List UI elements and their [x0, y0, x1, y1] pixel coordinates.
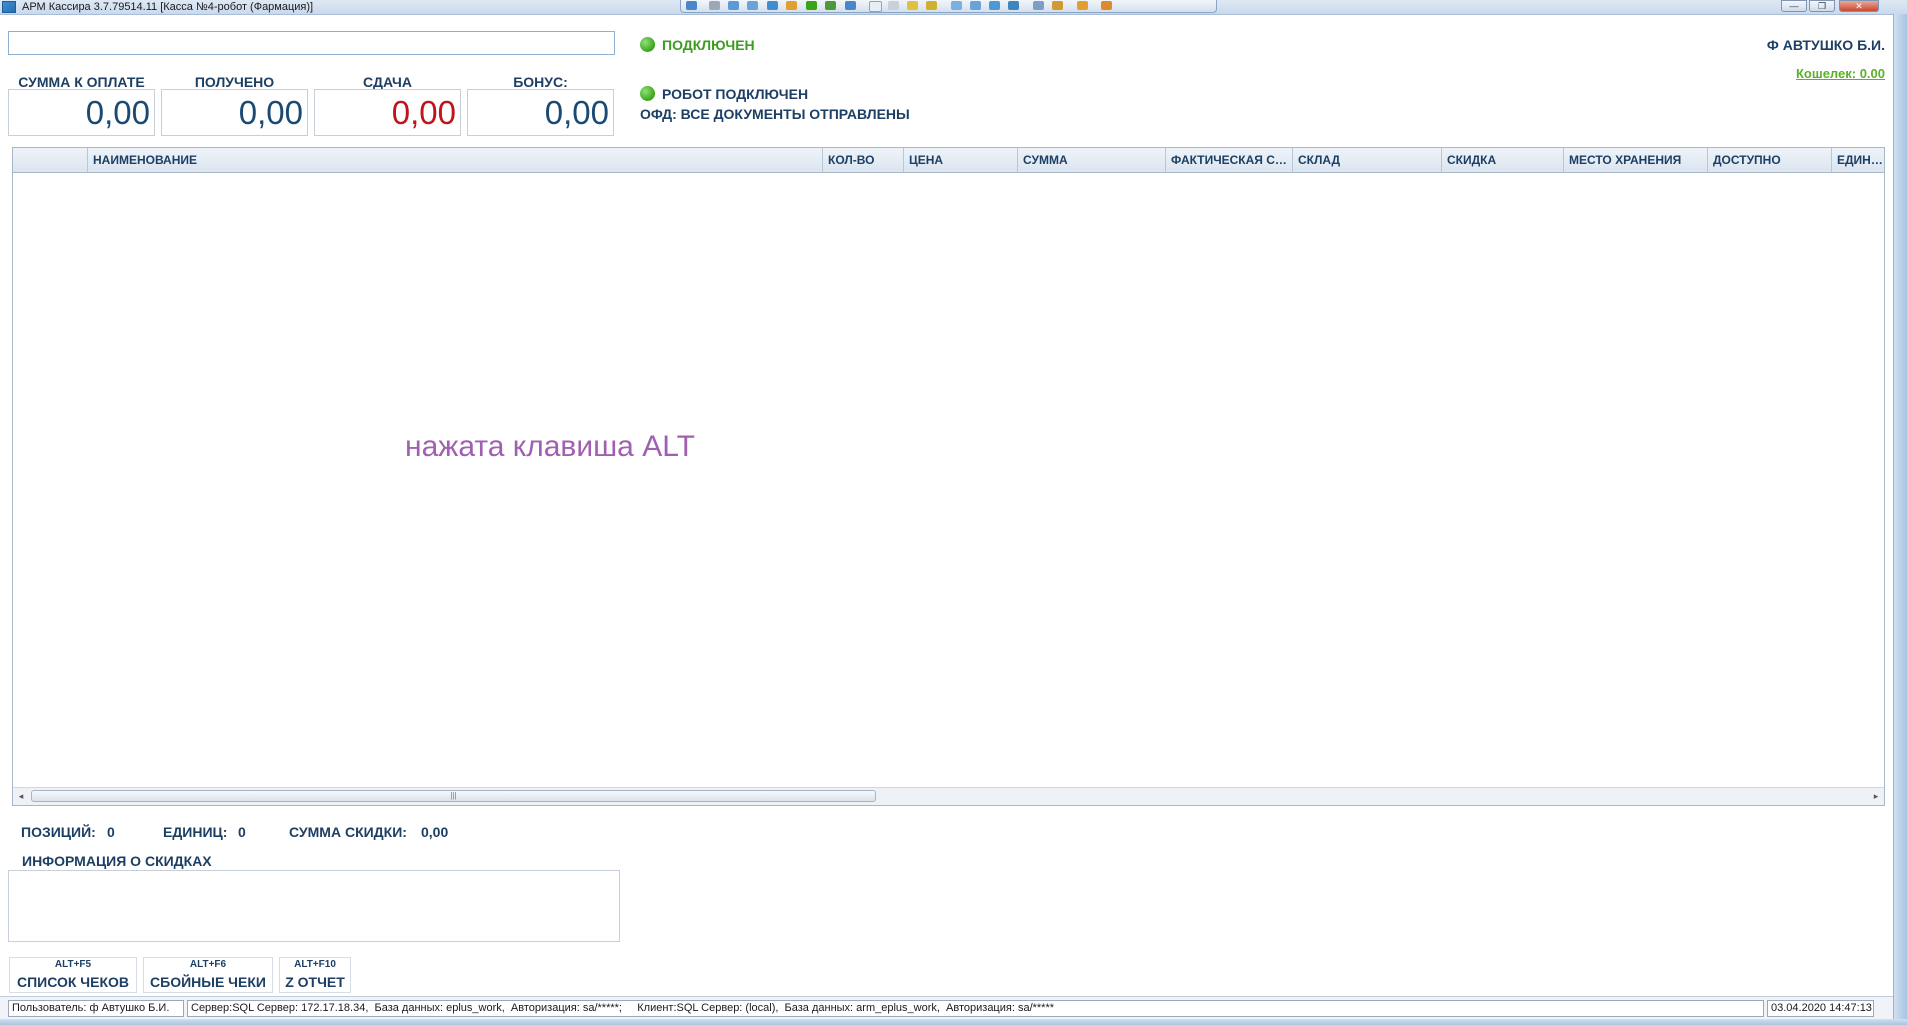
units-value: 0: [238, 824, 246, 840]
column-header-available[interactable]: ДОСТУПНО: [1708, 148, 1832, 172]
bonus-value: 0,00: [544, 94, 609, 131]
receipts-list-button[interactable]: ALT+F5 СПИСОК ЧЕКОВ: [9, 957, 137, 993]
failed-receipts-label: СБОЙНЫЕ ЧЕКИ: [150, 974, 266, 990]
check-icon[interactable]: [926, 1, 937, 10]
discount-sum-label: СУММА СКИДКИ:: [289, 824, 407, 840]
change-box: 0,00: [314, 89, 461, 136]
column-header-selector[interactable]: [13, 148, 88, 172]
ofd-status: ОФД: ВСЕ ДОКУМЕНТЫ ОТПРАВЛЕНЫ: [640, 106, 910, 122]
refresh-icon[interactable]: [970, 1, 981, 10]
column-header-price[interactable]: ЦЕНА: [904, 148, 1018, 172]
window-icon[interactable]: [728, 1, 739, 10]
image-icon[interactable]: [747, 1, 758, 10]
window-right-border: [1893, 14, 1907, 1025]
change-value: 0,00: [391, 94, 456, 131]
received-value: 0,00: [238, 94, 303, 131]
arrow-left-icon[interactable]: [845, 1, 856, 10]
horizontal-scrollbar[interactable]: ◂ ||| ▸: [13, 787, 1884, 805]
window-controls: — ❐ ✕: [1781, 0, 1901, 13]
checkbox-icon[interactable]: [869, 1, 882, 12]
copy-icon[interactable]: [1033, 1, 1044, 10]
statusbar-datetime: 03.04.2020 14:47:13: [1767, 1000, 1874, 1017]
statusbar-user: Пользователь: ф Автушко Б.И.: [8, 1000, 184, 1017]
wrench-icon[interactable]: [1052, 1, 1063, 10]
items-grid[interactable]: НАИМЕНОВАНИЕ КОЛ-ВО ЦЕНА СУММА ФАКТИЧЕСК…: [12, 147, 1885, 806]
status-bar: Пользователь: ф Автушко Б.И. Сервер:SQL …: [0, 996, 1893, 1020]
discount-info-panel: [8, 870, 620, 942]
receipts-list-hotkey: ALT+F5: [54, 959, 92, 970]
column-header-name[interactable]: НАИМЕНОВАНИЕ: [88, 148, 823, 172]
grid-header: НАИМЕНОВАНИЕ КОЛ-ВО ЦЕНА СУММА ФАКТИЧЕСК…: [13, 148, 1884, 173]
column-header-actual-discount[interactable]: ФАКТИЧЕСКАЯ СК...: [1166, 148, 1293, 172]
exit-icon[interactable]: [1101, 1, 1112, 10]
amount-due-label: СУММА К ОПЛАТЕ: [18, 74, 145, 90]
bonus-label: БОНУС:: [513, 74, 568, 90]
robot-indicator-icon: [640, 86, 655, 101]
scroll-left-icon[interactable]: ◂: [13, 788, 29, 805]
folder-icon[interactable]: [907, 1, 918, 10]
grid-icon[interactable]: [888, 1, 899, 10]
title-bar: АРМ Кассира 3.7.79514.11 [Касса №4-робот…: [0, 0, 1907, 15]
connection-indicator-icon: [640, 37, 655, 52]
table-icon[interactable]: [951, 1, 962, 10]
receipts-list-label: СПИСОК ЧЕКОВ: [16, 974, 130, 990]
z-report-label: Z ОТЧЕТ: [285, 974, 345, 990]
column-header-discount[interactable]: СКИДКА: [1442, 148, 1564, 172]
amount-due-value: 0,00: [85, 94, 150, 131]
scrollbar-thumb[interactable]: |||: [31, 790, 876, 802]
search-input[interactable]: [8, 31, 615, 55]
z-report-button[interactable]: ALT+F10 Z ОТЧЕТ: [279, 957, 351, 993]
screen-icon[interactable]: [1008, 1, 1019, 10]
column-header-warehouse[interactable]: СКЛАД: [1293, 148, 1442, 172]
arrow-down-icon[interactable]: [767, 1, 778, 10]
alt-key-overlay: нажата клавиша ALT: [405, 430, 695, 463]
discount-info-title: ИНФОРМАЦИЯ О СКИДКАХ: [22, 853, 212, 869]
close-button[interactable]: ✕: [1839, 0, 1879, 12]
received-label: ПОЛУЧЕНО: [194, 74, 275, 90]
failed-receipts-hotkey: ALT+F6: [189, 959, 227, 970]
minimize-button[interactable]: —: [1781, 0, 1807, 12]
wallet-link[interactable]: Кошелек: 0.00: [1796, 66, 1885, 81]
quick-access-toolbar: [680, 0, 1217, 13]
column-header-sum[interactable]: СУММА: [1018, 148, 1166, 172]
pointer-tool-icon[interactable]: [686, 1, 697, 10]
change-label: СДАЧА: [363, 74, 412, 90]
maximize-button[interactable]: ❐: [1809, 0, 1835, 12]
column-header-storage-location[interactable]: МЕСТО ХРАНЕНИЯ: [1564, 148, 1708, 172]
discount-sum-value: 0,00: [421, 824, 449, 840]
failed-receipts-button[interactable]: ALT+F6 СБОЙНЫЕ ЧЕКИ: [143, 957, 273, 993]
positions-label: ПОЗИЦИЙ:: [21, 824, 96, 840]
print-icon[interactable]: [709, 1, 720, 10]
z-report-hotkey: ALT+F10: [294, 959, 336, 970]
column-header-units[interactable]: ЕДИНИЦ: [1832, 148, 1884, 172]
scroll-right-icon[interactable]: ▸: [1868, 788, 1884, 805]
window-title: АРМ Кассира 3.7.79514.11 [Касса №4-робот…: [22, 1, 314, 13]
green-arrow-icon[interactable]: [806, 1, 817, 10]
lock-icon[interactable]: [1077, 1, 1088, 10]
amount-due-box: 0,00: [8, 89, 155, 136]
robot-status: РОБОТ ПОДКЛЮЧЕН: [662, 86, 809, 102]
app-icon: [2, 1, 16, 13]
bonus-box: 0,00: [467, 89, 614, 136]
connection-status: ПОДКЛЮЧЕН: [662, 37, 755, 53]
tools-icon[interactable]: [825, 1, 836, 10]
received-box: 0,00: [161, 89, 308, 136]
user-name: Ф АВТУШКО Б.И.: [1766, 37, 1885, 53]
statusbar-server: Сервер:SQL Сервер: 172.17.18.34, База да…: [187, 1000, 1764, 1017]
box-icon[interactable]: [786, 1, 797, 10]
positions-value: 0: [107, 824, 115, 840]
monitor-icon[interactable]: [989, 1, 1000, 10]
window-bottom-border: [0, 1019, 1907, 1025]
units-label: ЕДИНИЦ:: [163, 824, 228, 840]
column-header-quantity[interactable]: КОЛ-ВО: [823, 148, 904, 172]
